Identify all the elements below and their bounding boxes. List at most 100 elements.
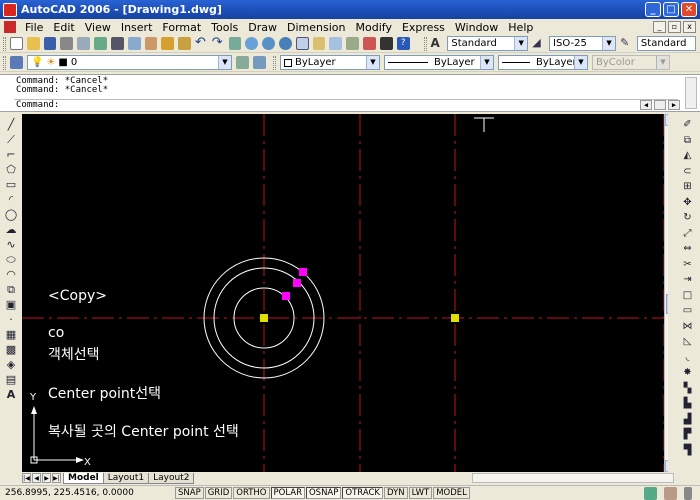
calculator-icon[interactable] <box>379 37 393 50</box>
destination-grip[interactable] <box>451 314 459 322</box>
linetype-select[interactable]: ByLayer ▼ <box>384 55 494 70</box>
paste-icon[interactable] <box>144 37 158 50</box>
new-file-icon[interactable] <box>9 37 23 50</box>
chamfer-icon[interactable]: ◺ <box>681 335 694 348</box>
color-select[interactable]: ByLayer ▼ <box>280 55 380 70</box>
move-icon[interactable]: ✥ <box>681 196 694 209</box>
circle-icon[interactable]: ◯ <box>5 208 18 221</box>
join-icon[interactable]: ⋈ <box>681 320 694 333</box>
snap-toggle[interactable]: SNAP <box>175 487 204 499</box>
multiline-text-icon[interactable]: A <box>5 388 18 401</box>
ellipse-arc-icon[interactable]: ◠ <box>5 268 18 281</box>
draw-order-icon[interactable]: ▚ <box>681 382 694 395</box>
fillet-icon[interactable]: ◟ <box>681 351 694 364</box>
doc-restore-button[interactable]: ▫ <box>668 21 681 33</box>
menu-modify[interactable]: Modify <box>351 21 397 34</box>
bring-above-icon[interactable]: ▛ <box>681 428 694 441</box>
quadrant-grip-outer[interactable] <box>299 268 307 276</box>
scroll-thumb[interactable] <box>654 100 666 110</box>
copy-icon[interactable] <box>127 37 141 50</box>
layer-previous-icon[interactable] <box>253 56 266 69</box>
dyn-toggle[interactable]: DYN <box>384 487 408 499</box>
scroll-right-icon[interactable]: ▶ <box>668 100 680 110</box>
table-style-icon[interactable]: ✎ <box>620 37 633 50</box>
menu-insert[interactable]: Insert <box>116 21 158 34</box>
otrack-toggle[interactable]: OTRACK <box>342 487 383 499</box>
design-center-icon[interactable] <box>312 37 326 50</box>
last-tab-icon[interactable]: ▶| <box>52 473 61 483</box>
revision-cloud-icon[interactable]: ☁ <box>5 223 18 236</box>
center-grip[interactable] <box>260 314 268 322</box>
zoom-realtime-icon[interactable] <box>245 37 259 50</box>
previous-tab-icon[interactable]: ◀ <box>32 473 41 483</box>
make-object-layer-current-icon[interactable] <box>236 56 249 69</box>
polyline-icon[interactable]: ⌐ <box>5 148 18 161</box>
spline-icon[interactable]: ∿ <box>5 238 18 251</box>
offset-icon[interactable]: ⊂ <box>681 165 694 178</box>
zoom-window-icon[interactable] <box>262 37 276 50</box>
construction-line-icon[interactable]: ⟋ <box>5 133 18 146</box>
tool-palettes-icon[interactable] <box>329 37 343 50</box>
help-icon[interactable]: ? <box>396 37 410 50</box>
menu-dimension[interactable]: Dimension <box>282 21 350 34</box>
scale-icon[interactable]: ⤢ <box>681 227 694 240</box>
line-icon[interactable]: ╱ <box>5 118 18 131</box>
pan-icon[interactable] <box>228 37 242 50</box>
tab-layout1[interactable]: Layout1 <box>102 472 150 484</box>
explode-icon[interactable]: ✸ <box>681 366 694 379</box>
table-style-select[interactable]: Standard <box>636 36 697 51</box>
autocad-app-icon[interactable] <box>3 2 17 17</box>
mirror-icon[interactable]: ◭ <box>681 149 694 162</box>
osnap-toggle[interactable]: OSNAP <box>305 487 342 499</box>
maximize-button[interactable]: □ <box>663 2 679 17</box>
minimize-button[interactable]: _ <box>645 2 661 17</box>
menu-express[interactable]: Express <box>397 21 450 34</box>
model-toggle[interactable]: MODEL <box>433 487 470 499</box>
menu-format[interactable]: Format <box>157 21 206 34</box>
quadrant-grip-middle[interactable] <box>293 279 301 287</box>
menu-edit[interactable]: Edit <box>48 21 79 34</box>
scroll-left-icon[interactable]: ◀ <box>640 100 652 110</box>
array-icon[interactable]: ⊞ <box>681 180 694 193</box>
layer-manager-icon[interactable] <box>10 56 23 69</box>
tab-layout2[interactable]: Layout2 <box>148 472 195 484</box>
zoom-previous-icon[interactable] <box>279 37 292 50</box>
region-icon[interactable]: ◈ <box>5 358 18 371</box>
match-properties-icon[interactable] <box>161 37 175 50</box>
send-under-icon[interactable]: ▜ <box>681 444 694 457</box>
bring-to-front-icon[interactable]: ▙ <box>681 397 694 410</box>
copy-object-icon[interactable]: ⧉ <box>681 134 694 147</box>
communication-center-icon[interactable] <box>644 486 657 500</box>
lock-icon[interactable] <box>664 486 677 500</box>
gradient-icon[interactable]: ▩ <box>5 343 18 356</box>
text-style-icon[interactable]: A <box>431 37 444 50</box>
document-icon[interactable] <box>4 21 16 33</box>
drawing-area[interactable]: Y X <Copy> co 객체선택 Center point선택 복사될 곳의… <box>22 114 664 472</box>
ellipse-icon[interactable]: ⬭ <box>5 253 18 266</box>
doc-close-button[interactable]: x <box>683 21 696 33</box>
layer-select[interactable]: 💡 ☀ ■ 0 ▼ <box>27 55 232 70</box>
menu-tools[interactable]: Tools <box>206 21 243 34</box>
toolbar-grip[interactable] <box>423 36 427 51</box>
menu-file[interactable]: File <box>20 21 48 34</box>
save-icon[interactable] <box>43 37 57 50</box>
rotate-icon[interactable]: ↻ <box>681 211 694 224</box>
toolbar-grip[interactable] <box>3 36 6 51</box>
lwt-toggle[interactable]: LWT <box>408 487 433 499</box>
command-prompt[interactable]: Command: <box>16 101 59 110</box>
menu-view[interactable]: View <box>80 21 116 34</box>
menu-draw[interactable]: Draw <box>243 21 282 34</box>
toolbar-grip[interactable] <box>3 55 6 70</box>
tray-settings-icon[interactable] <box>684 486 692 500</box>
first-tab-icon[interactable]: |◀ <box>22 473 31 483</box>
markup-icon[interactable] <box>363 37 376 50</box>
text-style-select[interactable]: Standard ▼ <box>447 36 529 51</box>
stretch-icon[interactable]: ⇔ <box>681 242 694 255</box>
publish-icon[interactable] <box>94 37 107 50</box>
arc-icon[interactable]: ◜ <box>5 193 18 206</box>
toolbar-grip[interactable] <box>273 55 276 70</box>
insert-block-icon[interactable]: ⧉ <box>5 283 18 296</box>
command-vertical-scrollbar[interactable] <box>685 77 697 109</box>
break-at-point-icon[interactable]: □ <box>681 289 694 302</box>
close-button[interactable]: ✕ <box>681 2 697 17</box>
